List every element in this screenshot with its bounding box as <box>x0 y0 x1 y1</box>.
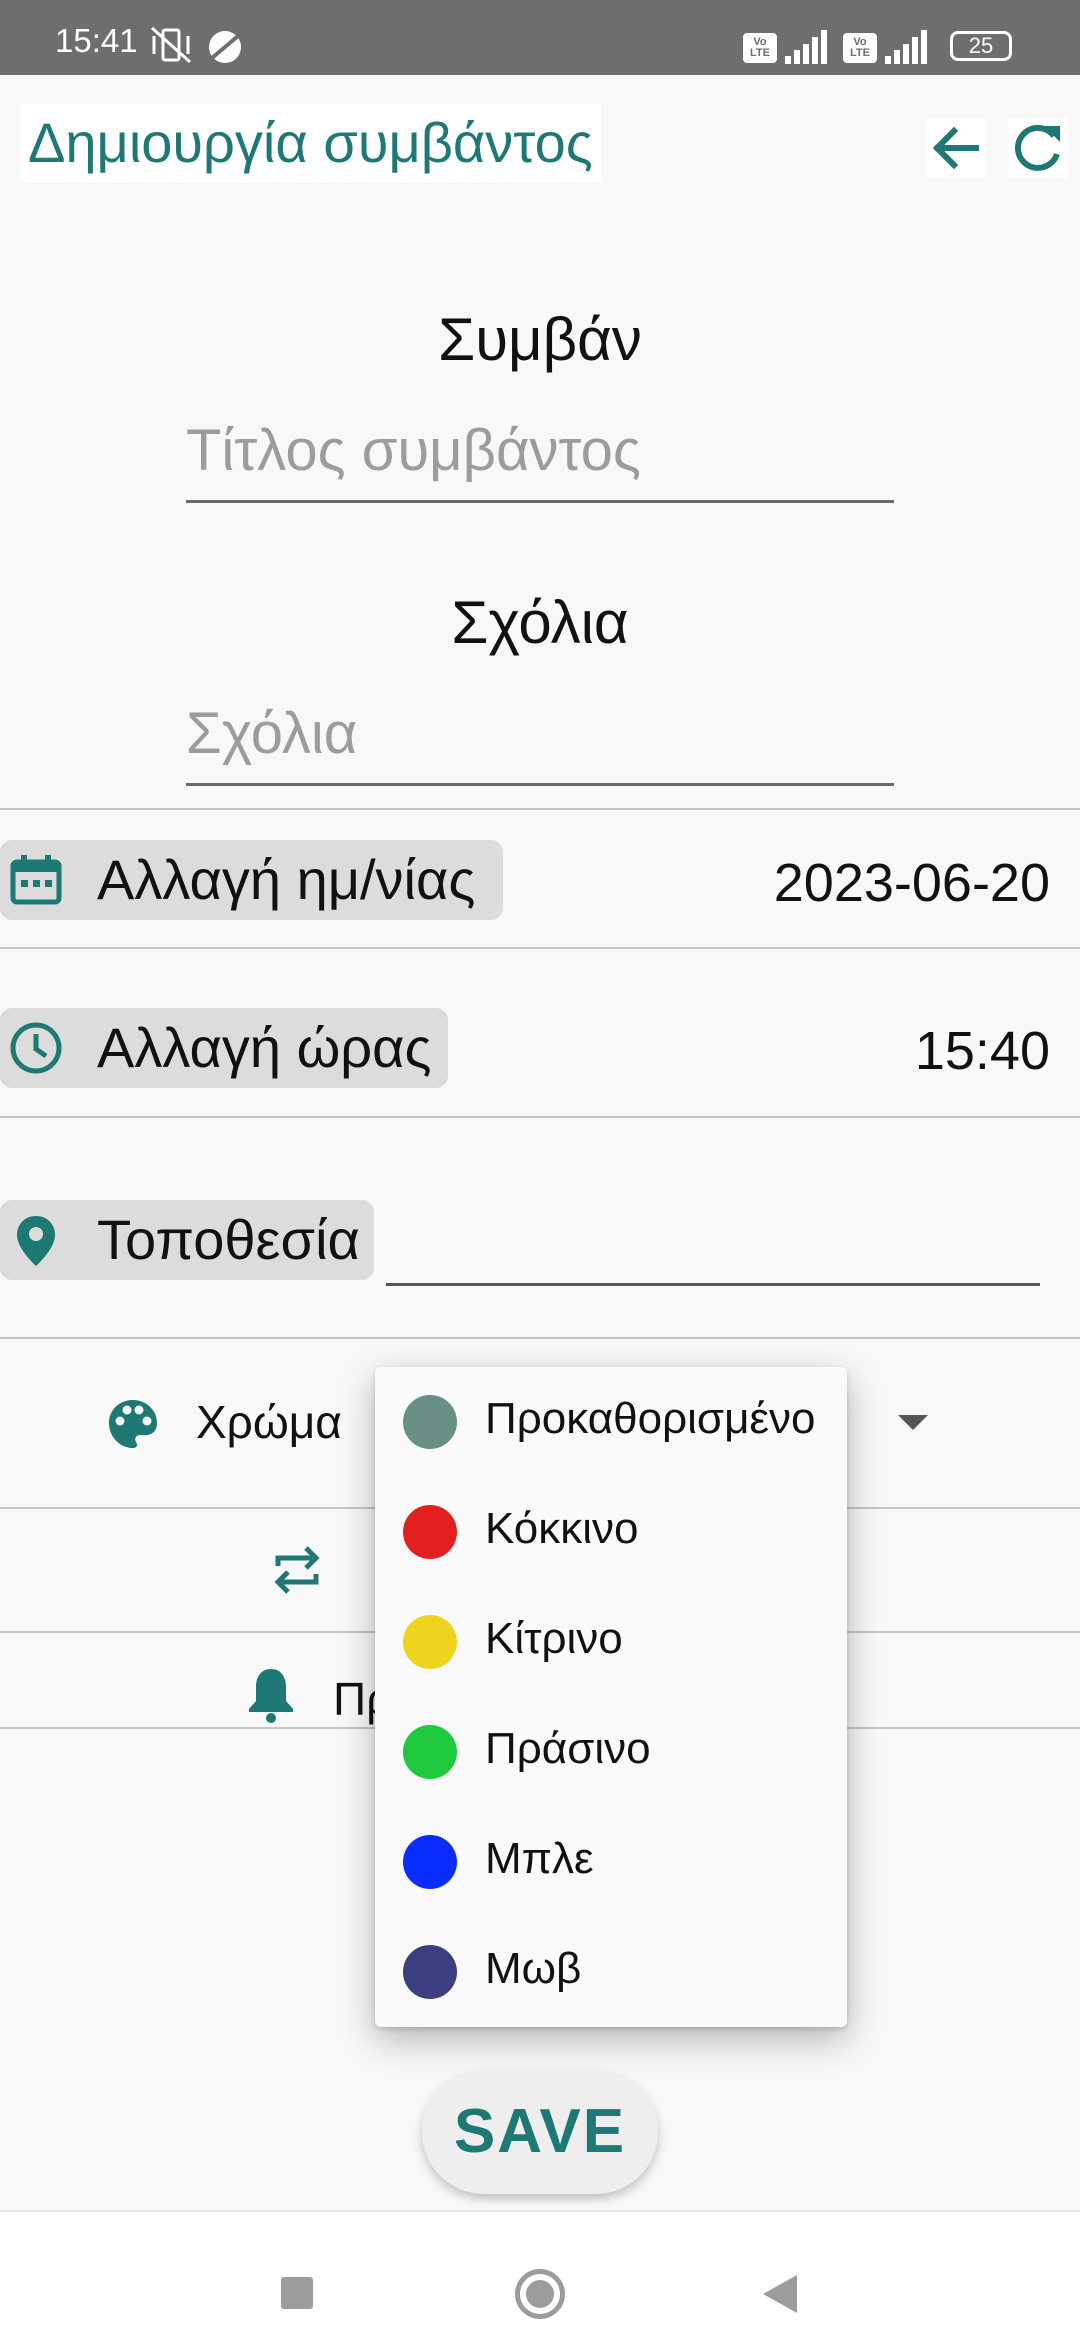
change-date-label: Αλλαγή ημ/νίας <box>97 848 476 911</box>
location-pin-icon <box>17 1216 55 1266</box>
date-value: 2023-06-20 <box>773 853 1050 913</box>
change-date-button[interactable]: Αλλαγή ημ/νίας <box>0 840 503 920</box>
color-option-label: Προκαθορισμένο <box>485 1394 816 1443</box>
page-title: Δημιουργία συμβάντος <box>20 104 601 182</box>
data-saver-icon <box>209 31 241 63</box>
refresh-icon <box>1014 124 1060 171</box>
screen: 15:41 Vo LTE Vo LTE 25 Δημιουργία συμβάν… <box>0 0 1080 2340</box>
refresh-button[interactable] <box>1008 118 1068 178</box>
home-icon[interactable] <box>515 2269 565 2319</box>
location-button[interactable]: Τοποθεσία <box>0 1200 374 1280</box>
chevron-down-icon[interactable] <box>898 1415 928 1430</box>
color-dropdown-menu: Προκαθορισμένο Κόκκινο Κίτρινο Πράσινο Μ… <box>375 1367 847 2027</box>
comments-input[interactable]: Σχόλια <box>186 700 894 786</box>
location-input[interactable] <box>386 1200 1040 1286</box>
divider <box>0 1116 1080 1118</box>
color-option-label: Μωβ <box>485 1944 582 1993</box>
location-label: Τοποθεσία <box>97 1208 360 1271</box>
vibrate-off-icon <box>150 26 192 64</box>
color-option-label: Πράσινο <box>485 1724 651 1773</box>
color-option-label: Κόκκινο <box>485 1504 639 1553</box>
color-label: Χρώμα <box>196 1396 342 1448</box>
comments-label: Σχόλια <box>451 589 629 656</box>
event-label: Συμβάν <box>438 306 642 373</box>
back-triangle-icon[interactable] <box>763 2275 797 2313</box>
back-button[interactable] <box>926 118 986 178</box>
color-swatch <box>403 1505 457 1559</box>
recents-icon[interactable] <box>281 2277 313 2309</box>
time-value: 15:40 <box>914 1021 1050 1081</box>
volte-badge-1: Vo LTE <box>743 33 777 63</box>
volte-badge-2: Vo LTE <box>843 33 877 63</box>
divider <box>0 1337 1080 1339</box>
color-swatch <box>403 1615 457 1669</box>
status-time: 15:41 <box>55 22 138 59</box>
color-option-green[interactable]: Πράσινο <box>375 1697 847 1807</box>
color-swatch <box>403 1395 457 1449</box>
system-nav-bar <box>0 2210 1080 2340</box>
bell-icon <box>249 1669 293 1723</box>
change-time-button[interactable]: Αλλαγή ώρας <box>0 1008 448 1088</box>
color-swatch <box>403 1945 457 1999</box>
color-swatch <box>403 1725 457 1779</box>
change-time-label: Αλλαγή ώρας <box>97 1016 432 1079</box>
divider <box>0 808 1080 810</box>
signal-icon-2 <box>885 30 927 64</box>
clock-icon <box>10 1022 62 1074</box>
status-bar: 15:41 Vo LTE Vo LTE 25 <box>0 0 1080 75</box>
color-option-red[interactable]: Κόκκινο <box>375 1477 847 1587</box>
color-swatch <box>403 1835 457 1889</box>
palette-icon <box>109 1400 157 1448</box>
color-option-label: Μπλε <box>485 1834 594 1883</box>
arrow-back-icon <box>932 126 979 170</box>
color-option-blue[interactable]: Μπλε <box>375 1807 847 1917</box>
signal-icon-1 <box>785 30 827 64</box>
color-option-default[interactable]: Προκαθορισμένο <box>375 1367 847 1477</box>
battery-icon: 25 <box>950 31 1012 61</box>
color-option-purple[interactable]: Μωβ <box>375 1917 847 2027</box>
event-title-input[interactable]: Τίτλος συμβάντος <box>186 417 894 503</box>
divider <box>0 947 1080 949</box>
repeat-icon[interactable] <box>272 1542 322 1598</box>
save-button[interactable]: SAVE <box>422 2070 658 2194</box>
color-option-label: Κίτρινο <box>485 1614 623 1663</box>
calendar-icon <box>10 855 62 905</box>
color-option-yellow[interactable]: Κίτρινο <box>375 1587 847 1697</box>
